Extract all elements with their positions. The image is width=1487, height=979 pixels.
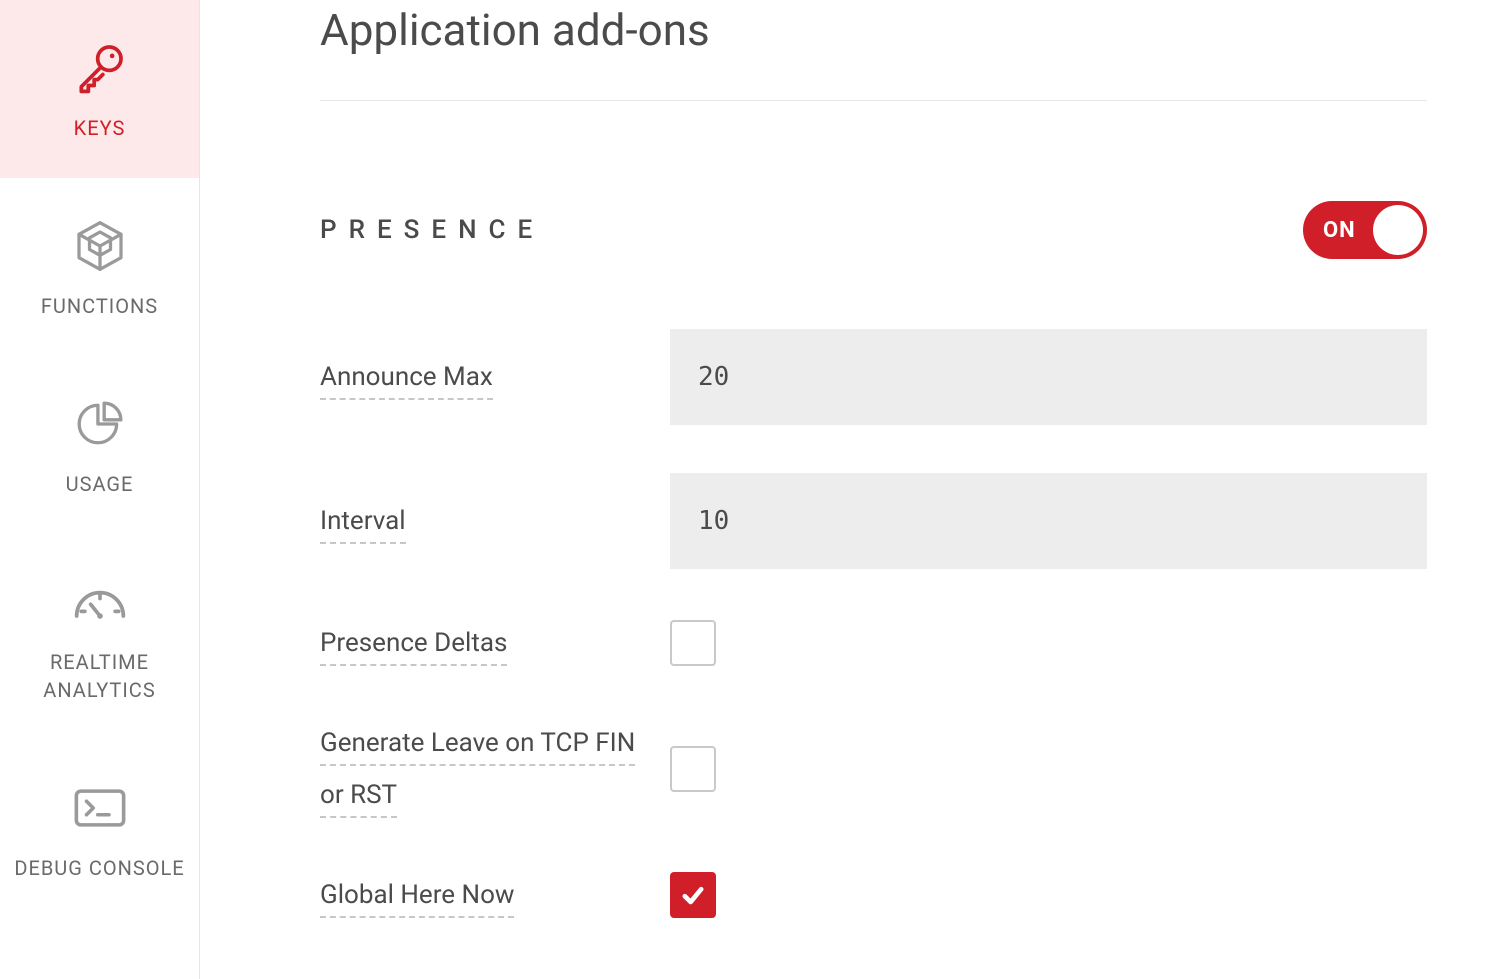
field-row-announce-max: Announce Max — [320, 329, 1427, 425]
input-interval[interactable] — [670, 473, 1427, 569]
cube-icon — [72, 218, 128, 274]
field-row-presence-deltas: Presence Deltas — [320, 617, 1427, 669]
label-interval[interactable]: Interval — [320, 506, 406, 544]
sidebar-item-label: USAGE — [66, 470, 134, 498]
label-presence-deltas[interactable]: Presence Deltas — [320, 628, 507, 666]
sidebar-item-functions[interactable]: FUNCTIONS — [0, 178, 199, 356]
field-row-global-here-now: Global Here Now — [320, 869, 1427, 921]
sidebar-item-debug-console[interactable]: DEBUG CONSOLE — [0, 740, 199, 918]
section-presence: PRESENCE ON Announce Max Interval — [320, 201, 1427, 921]
field-row-generate-leave: Generate Leave on TCP FIN or RST — [320, 717, 1427, 821]
app-root: KEYS FUNCTIONS USAGE — [0, 0, 1487, 979]
sidebar-item-label: KEYS — [74, 114, 126, 142]
sidebar-item-usage[interactable]: USAGE — [0, 356, 199, 534]
section-header: PRESENCE ON — [320, 201, 1427, 259]
section-title: PRESENCE — [320, 215, 544, 245]
gauge-icon — [72, 574, 128, 630]
sidebar-item-label: REALTIME ANALYTICS — [10, 648, 189, 704]
checkbox-global-here-now[interactable] — [670, 872, 716, 918]
terminal-icon — [72, 780, 128, 836]
label-announce-max[interactable]: Announce Max — [320, 362, 493, 400]
field-row-interval: Interval — [320, 473, 1427, 569]
toggle-state-label: ON — [1323, 218, 1356, 243]
pie-chart-icon — [72, 396, 128, 452]
sidebar-item-label: FUNCTIONS — [41, 292, 158, 320]
sidebar-item-realtime-analytics[interactable]: REALTIME ANALYTICS — [0, 534, 199, 740]
toggle-knob — [1373, 205, 1423, 255]
label-generate-leave[interactable]: Generate Leave on TCP FIN or RST — [320, 728, 635, 818]
presence-toggle[interactable]: ON — [1303, 201, 1427, 259]
key-icon — [72, 40, 128, 96]
page-title: Application add-ons — [320, 0, 1427, 101]
checkbox-presence-deltas[interactable] — [670, 620, 716, 666]
sidebar-item-keys[interactable]: KEYS — [0, 0, 199, 178]
label-global-here-now[interactable]: Global Here Now — [320, 880, 514, 918]
check-icon — [679, 881, 707, 909]
sidebar: KEYS FUNCTIONS USAGE — [0, 0, 200, 979]
checkbox-generate-leave[interactable] — [670, 746, 716, 792]
input-announce-max[interactable] — [670, 329, 1427, 425]
sidebar-item-label: DEBUG CONSOLE — [14, 854, 184, 882]
main-content: Application add-ons PRESENCE ON Announce… — [200, 0, 1487, 979]
